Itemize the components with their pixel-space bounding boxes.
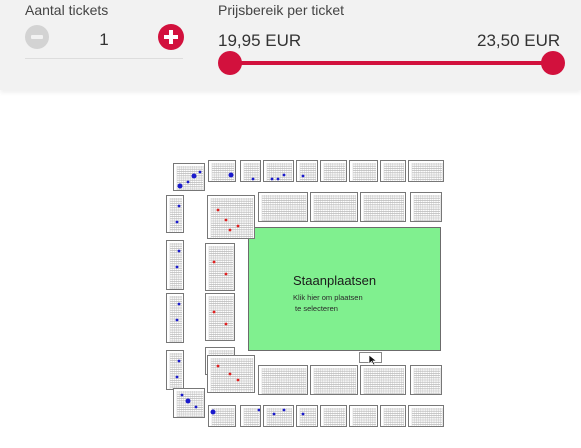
seat-block-top-4[interactable] <box>320 160 347 182</box>
standing-area-title: Staanplaatsen <box>293 273 377 288</box>
price-range-label: Prijsbereik per ticket <box>218 2 345 18</box>
seat-block-corner-nw-inner[interactable] <box>207 195 255 239</box>
plus-icon[interactable] <box>158 24 184 50</box>
seat-block-lower-0[interactable] <box>258 365 308 395</box>
seat-block-left-outer-0[interactable] <box>166 195 184 233</box>
seat-block-upper-3[interactable] <box>410 192 442 222</box>
seat-block-top-2[interactable] <box>263 160 294 182</box>
tickets-label: Aantal tickets <box>25 2 109 18</box>
seat-block-corner-sw[interactable] <box>173 388 205 418</box>
price-slider-track[interactable] <box>230 61 553 65</box>
seat-block-corner-sw-inner[interactable] <box>207 355 255 393</box>
price-slider-min-handle[interactable] <box>218 51 242 75</box>
seat-block-lower-1[interactable] <box>310 365 358 395</box>
seat-block-bottom-1[interactable] <box>240 405 261 427</box>
standing-area-line1: Klik hier om plaatsen <box>293 293 363 302</box>
standing-area-line2: te selecteren <box>295 304 338 313</box>
seat-block-lower-3[interactable] <box>410 365 442 395</box>
seat-block-left-outer-2[interactable] <box>166 293 184 343</box>
seat-block-top-1[interactable] <box>240 160 261 182</box>
seat-block-bottom-3[interactable] <box>296 405 318 427</box>
seat-block-left-inner-1[interactable] <box>205 293 235 341</box>
seat-block-upper-2[interactable] <box>360 192 406 222</box>
standing-area[interactable]: Staanplaatsen Klik hier om plaatsen te s… <box>248 227 441 351</box>
seat-block-upper-0[interactable] <box>258 192 308 222</box>
seat-block-top-0[interactable] <box>208 160 236 182</box>
seat-block-bottom-5[interactable] <box>349 405 378 427</box>
price-min: 19,95 EUR <box>218 31 302 50</box>
filter-toolbar: Aantal tickets 1 Prijsbereik per ticket … <box>0 0 581 90</box>
seat-block-bottom-4[interactable] <box>320 405 347 427</box>
seat-block-bottom-2[interactable] <box>263 405 294 427</box>
ticket-count: 1 <box>99 30 109 49</box>
seat-block-top-6[interactable] <box>380 160 406 182</box>
quantity-underline <box>25 58 183 59</box>
price-max: 23,50 EUR <box>477 31 561 50</box>
seat-block-left-outer-3[interactable] <box>166 350 184 390</box>
seat-block-upper-1[interactable] <box>310 192 358 222</box>
seat-block-top-3[interactable] <box>296 160 318 182</box>
seat-block-left-outer-1[interactable] <box>166 240 184 290</box>
minus-icon[interactable] <box>25 25 49 49</box>
price-slider-max-handle[interactable] <box>541 51 565 75</box>
seat-block-top-5[interactable] <box>349 160 378 182</box>
seat-block-bottom-7[interactable] <box>408 405 444 427</box>
seat-block-left-inner-0[interactable] <box>205 243 235 291</box>
seat-block-lower-2[interactable] <box>360 365 406 395</box>
seat-block-bottom-0[interactable] <box>208 405 236 427</box>
seat-block-bottom-6[interactable] <box>380 405 406 427</box>
seat-block-corner-nw[interactable] <box>173 163 205 191</box>
seat-block-top-7[interactable] <box>408 160 444 182</box>
